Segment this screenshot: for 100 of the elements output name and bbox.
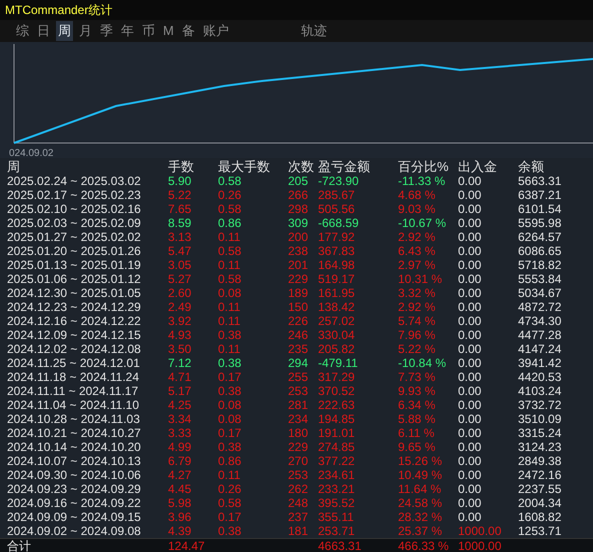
table-cell-text: 2024.11.18 ~ 2024.11.24 [7,370,140,384]
table-cell-text: 11.64 % [398,482,442,496]
table-cell-text: 233.21 [318,482,356,496]
tab[interactable]: 日 [35,21,52,41]
table-cell-text: 262 [288,482,310,496]
table-cell-text: 2025.01.06 ~ 2025.01.12 [7,272,142,286]
table-cell-text: 3732.72 [518,398,562,412]
table-cell-text: 253 [288,384,310,398]
table-cell-text: 5.90 [168,174,192,188]
table-cell-text: 0.00 [458,384,482,398]
table-cell-text: 266 [288,188,310,202]
tab[interactable]: 季 [98,21,115,41]
table-cell-text: 0.58 [218,174,242,188]
table-cell-text: 466.33 % [398,539,450,552]
table-cell-text: 2024.09.16 ~ 2024.09.22 [7,496,142,510]
table-cell-text: 330.04 [318,328,356,342]
table-cell-text: 2025.01.27 ~ 2025.02.02 [7,230,142,244]
table-cell-text: 6.43 % [398,244,436,258]
table-cell-text: 4.93 [168,328,192,342]
table-cell-text: 235 [288,342,310,356]
table-cell-text: 0.00 [458,314,482,328]
table-cell-text: 3510.09 [518,412,562,426]
table-cell-text: 4.39 [168,524,192,538]
table-cell-text: 0.00 [458,370,482,384]
table-cell-text: 191.01 [318,426,356,440]
table-cell-text: 0.11 [218,258,242,272]
table-cell-text: 4.27 [168,468,192,482]
table-cell-text: 9.93 % [398,384,436,398]
table-cell-text: 6101.54 [518,202,562,216]
table-cell-text: 3.34 [168,412,192,426]
table-cell-text: 2024.11.25 ~ 2024.12.01 [7,356,141,370]
table-cell-text: 180 [288,426,310,440]
tab[interactable]: 币 [140,21,157,41]
tab[interactable]: 周 [56,21,73,41]
tab[interactable]: 备 [180,21,197,41]
table-cell-text: 2004.34 [518,496,562,510]
table-cell-text: 270 [288,454,310,468]
table-cell-text: 248 [288,496,310,510]
table-cell-text: 274.85 [318,440,356,454]
table-cell-text: 5034.67 [518,286,562,300]
table-cell-text: 6.11 % [398,426,436,440]
table-cell-text: 0.08 [218,412,242,426]
table-cell-text: 3.05 [168,258,192,272]
table-cell-text: 24.58 % [398,496,444,510]
table-cell-text: 1000.00 [458,539,502,552]
table-cell-text: 205 [288,174,310,188]
table-cell-text: 370.52 [318,384,356,398]
table-cell-text: 2024.12.02 ~ 2024.12.08 [7,342,142,356]
table-cell-text: 285.67 [318,188,356,202]
table-cell-text: 8.59 [168,216,192,230]
tab[interactable]: 月 [77,21,94,41]
tab[interactable]: 综 [14,21,31,41]
table-cell-text: 6086.65 [518,244,562,258]
table-cell-text: 0.11 [218,300,242,314]
table-cell-text: 317.29 [318,370,356,384]
table-cell-text: 15.26 % [398,454,444,468]
table-cell-text: 2025.02.03 ~ 2025.02.09 [7,216,142,230]
table-cell-text: 3.13 [168,230,192,244]
table-cell-text: -723.90 [318,174,360,188]
table-cell-text: -10.84 % [398,356,448,370]
table-cell-text: 2024.12.16 ~ 2024.12.22 [7,314,142,328]
table-cell-text: 0.00 [458,426,482,440]
table-cell-text: 0.17 [218,510,242,524]
tab[interactable]: M [161,21,176,41]
table-cell-text: 2237.55 [518,482,562,496]
table-cell-text: 0.58 [218,244,242,258]
table-cell-text: 3.32 % [398,286,436,300]
table-cell-text: 7.65 [168,202,192,216]
table-cell-text: 5663.31 [518,174,562,188]
table-cell-text: 0.00 [458,300,482,314]
tab[interactable]: 轨迹 [298,21,329,41]
column-header: 次数 [288,159,315,174]
table-cell-text: 0.00 [458,482,482,496]
table-cell-text: 3.50 [168,342,192,356]
tab[interactable]: 年 [119,21,136,41]
table-cell-text: 6264.57 [518,230,562,244]
table-cell-text: 237 [288,510,310,524]
table-cell-text: 2472.16 [518,468,562,482]
table-cell-text: -11.33 % [398,174,446,188]
table-cell-text: 4477.28 [518,328,562,342]
tab[interactable]: 账户 [200,21,231,41]
table-cell-text: 124.47 [168,539,206,552]
table-cell-text: 2024.12.23 ~ 2024.12.29 [7,300,142,314]
table-cell-text: 200 [288,230,310,244]
table-cell-text: 150 [288,300,310,314]
table-cell-text: 0.26 [218,482,242,496]
table-cell-text: 5.22 [168,188,192,202]
table-cell-text: 2.60 [168,286,192,300]
table-cell-text: 0.38 [218,384,242,398]
table-cell-text: 1253.71 [518,524,562,538]
table-cell-text: 2025.02.10 ~ 2025.02.16 [7,202,142,216]
table-cell-text: 2.49 [168,300,192,314]
table-cell-text: 0.11 [218,342,242,356]
table-cell-text: 2024.12.09 ~ 2024.12.15 [7,328,142,342]
table-cell-text: 0.11 [218,230,242,244]
table-cell-text: 0.11 [218,314,242,328]
table-cell-text: 6.79 [168,454,192,468]
table-cell-text: 28.32 % [398,510,444,524]
table-cell-text: 0.17 [218,426,242,440]
table-cell-text: 205.82 [318,342,356,356]
